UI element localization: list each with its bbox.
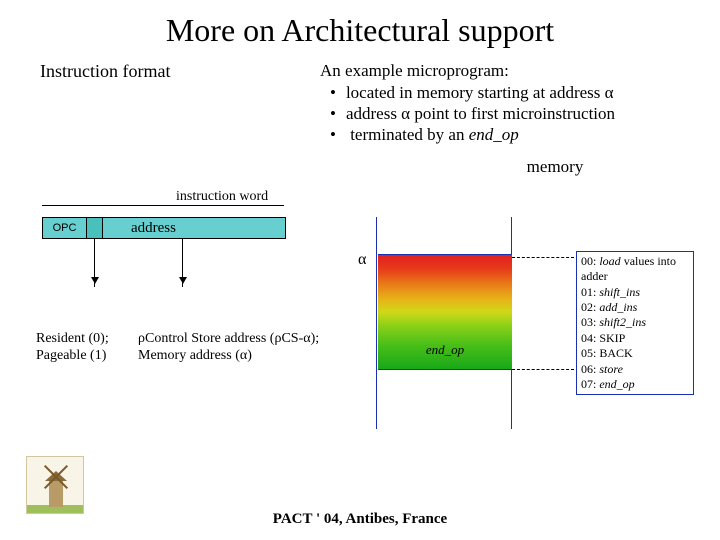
bullet-2: address α point to first microinstructio… (328, 104, 690, 124)
prog-row-4: 04: SKIP (581, 331, 689, 346)
p3-em: shift2_ins (599, 315, 646, 329)
p0-em: load (599, 254, 620, 268)
bullet-3-em: end_op (469, 125, 519, 144)
bullet-3: terminated by an end_op (328, 125, 690, 145)
p0-pre: 00: (581, 254, 599, 268)
p6-em: store (599, 362, 623, 376)
instruction-box: OPC address (42, 217, 286, 239)
opc-field: OPC (43, 218, 87, 238)
prog-row-2: 02: add_ins (581, 300, 689, 315)
p7-em: end_op (599, 377, 634, 391)
prog-row-6: 06: store (581, 362, 689, 377)
example-heading: An example microprogram: (320, 61, 690, 81)
left-column: Instruction format (40, 61, 320, 177)
prog-row-7: 07: end_op (581, 377, 689, 392)
p2-em: add_ins (599, 300, 637, 314)
address-field: address (103, 218, 285, 238)
lower-area: Resident (0); Pageable (1) ρControl Stor… (0, 269, 720, 449)
bullet-3-pre: terminated by an (350, 125, 469, 144)
dash-line-bottom (512, 369, 574, 370)
slide-title: More on Architectural support (0, 0, 720, 57)
resident-line-1: Resident (0); (36, 331, 109, 348)
memory-label: memory (420, 157, 690, 177)
instruction-word-label: instruction word (176, 189, 268, 205)
instruction-format-heading: Instruction format (40, 61, 170, 81)
pageable-field (87, 218, 103, 238)
gradient-bottom-line (378, 369, 512, 370)
resident-line-2: Pageable (1) (36, 348, 109, 365)
alpha-label: α (358, 251, 366, 269)
right-column: An example microprogram: located in memo… (320, 61, 690, 177)
bullet-1: located in memory starting at address α (328, 83, 690, 103)
p2-pre: 02: (581, 300, 599, 314)
p7-pre: 07: (581, 377, 599, 391)
end-op-label: end_op (378, 342, 512, 358)
prog-row-3: 03: shift2_ins (581, 315, 689, 330)
p1-pre: 01: (581, 285, 599, 299)
p3-pre: 03: (581, 315, 599, 329)
p6-pre: 06: (581, 362, 599, 376)
memory-box: end_op (376, 217, 512, 429)
resident-text: Resident (0); Pageable (1) (36, 331, 109, 365)
dash-line-top (512, 257, 574, 258)
prog-row-1: 01: shift_ins (581, 285, 689, 300)
prog-row-0: 00: load values into adder (581, 254, 689, 285)
windmill-icon (26, 456, 84, 514)
control-store-text: ρControl Store address (ρCS-α); Memory a… (138, 331, 319, 365)
gradient-top-line (378, 254, 512, 255)
program-listing: 00: load values into adder 01: shift_ins… (576, 251, 694, 395)
control-line-2: Memory address (α) (138, 348, 319, 365)
instruction-word-brace (42, 205, 284, 206)
upper-columns: Instruction format An example microprogr… (0, 57, 720, 177)
footer-text: PACT ' 04, Antibes, France (0, 511, 720, 528)
prog-row-5: 05: BACK (581, 346, 689, 361)
control-line-1: ρControl Store address (ρCS-α); (138, 331, 319, 348)
p1-em: shift_ins (599, 285, 640, 299)
bullet-list: located in memory starting at address α … (328, 83, 690, 145)
